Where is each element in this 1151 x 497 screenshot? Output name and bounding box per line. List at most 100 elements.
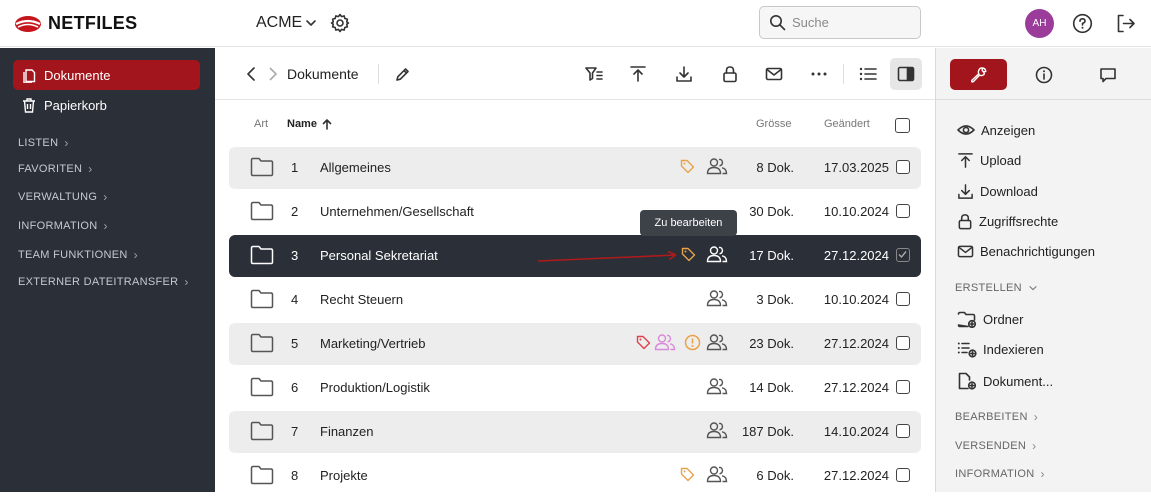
panel-section-bearbeiten[interactable]: BEARBEITEN › (955, 410, 1038, 424)
sidebar-section-information[interactable]: INFORMATION › (18, 219, 108, 233)
members-icon[interactable] (706, 421, 728, 439)
sidebar-section-team-funktionen[interactable]: TEAM FUNKTIONEN › (18, 248, 138, 262)
tag-icon[interactable] (680, 467, 695, 482)
chevron-right-icon: › (103, 219, 108, 233)
logout-icon[interactable] (1115, 13, 1136, 34)
row-checkbox[interactable] (896, 160, 910, 174)
folder-name[interactable]: Unternehmen/Gesellschaft (320, 204, 474, 219)
row-number: 6 (291, 380, 299, 395)
info-icon (1035, 66, 1053, 84)
row-checkbox[interactable] (896, 380, 910, 394)
forward-button[interactable] (257, 58, 289, 90)
members-icon[interactable] (706, 289, 728, 307)
table-row[interactable]: 1 Allgemeines 8 Dok. 17.03.2025 (229, 147, 921, 189)
filter-button[interactable] (578, 58, 610, 90)
sidebar-section-externer-dateitransfer[interactable]: EXTERNER DATEITRANSFER › (18, 275, 189, 289)
table-row[interactable]: 6 Produktion/Logistik 14 Dok. 27.12.2024 (229, 367, 921, 409)
chevron-right-icon: › (88, 162, 93, 176)
members-icon[interactable] (706, 333, 728, 351)
breadcrumb[interactable]: Dokumente (287, 66, 359, 82)
members-icon[interactable] (706, 157, 728, 175)
panel-section-erstellen[interactable]: ERSTELLEN (955, 282, 1038, 294)
members-icon[interactable] (706, 377, 728, 395)
sidebar-item-label: Dokumente (44, 67, 111, 83)
tooltip: Zu bearbeiten (640, 210, 737, 236)
panel-action-upload[interactable]: Upload (957, 152, 1021, 169)
folder-name[interactable]: Finanzen (320, 424, 373, 439)
panel-action-benachrichtigungen[interactable]: Benachrichtigungen (957, 244, 1095, 259)
sidebar-section-verwaltung[interactable]: VERWALTUNG › (18, 190, 108, 204)
folder-name[interactable]: Projekte (320, 468, 368, 483)
create-document-button[interactable]: Dokument... (957, 372, 1053, 390)
row-checkbox[interactable] (896, 336, 910, 350)
table-row[interactable]: 2 Unternehmen/Gesellschaft 30 Dok. 10.10… (229, 191, 921, 233)
row-number: 2 (291, 204, 299, 219)
shared-users-icon[interactable] (654, 333, 676, 351)
folder-name[interactable]: Recht Steuern (320, 292, 403, 307)
notify-button[interactable] (758, 58, 790, 90)
more-dots-icon (811, 71, 827, 77)
row-checkbox[interactable] (896, 248, 910, 262)
changed-date: 14.10.2024 (823, 424, 889, 439)
tag-icon[interactable] (680, 159, 695, 174)
search-input[interactable] (792, 15, 912, 30)
panel-action-download[interactable]: Download (957, 183, 1038, 200)
folder-name[interactable]: Personal Sekretariat (320, 248, 438, 263)
table-row[interactable]: 5 Marketing/Vertrieb 23 Dok. 27.12.2024 (229, 323, 921, 365)
select-all-checkbox[interactable] (895, 118, 910, 133)
side-panel-toggle-button[interactable] (890, 58, 922, 90)
panel-section-versenden[interactable]: VERSENDEN › (955, 439, 1036, 453)
tab-actions[interactable] (950, 59, 1007, 90)
download-button[interactable] (668, 58, 700, 90)
more-button[interactable] (803, 58, 835, 90)
create-folder-button[interactable]: Ordner (957, 311, 1023, 328)
table-row[interactable]: 8 Projekte 6 Dok. 27.12.2024 (229, 455, 921, 497)
list-view-button[interactable] (852, 58, 884, 90)
workspace-selector[interactable]: ACME (256, 14, 317, 32)
column-header-size[interactable]: Grösse (756, 118, 791, 130)
row-checkbox[interactable] (896, 468, 910, 482)
search-box[interactable] (759, 6, 921, 39)
column-header-type: Art (254, 118, 269, 130)
row-checkbox[interactable] (896, 424, 910, 438)
warning-icon[interactable] (684, 334, 701, 351)
members-icon[interactable] (706, 465, 728, 483)
folder-name[interactable]: Marketing/Vertrieb (320, 336, 426, 351)
panel-action-anzeigen[interactable]: Anzeigen (957, 122, 1035, 138)
wrench-icon (970, 66, 988, 84)
folder-icon (250, 421, 274, 441)
panel-section-information[interactable]: INFORMATION › (955, 467, 1045, 481)
sidebar-item-papierkorb[interactable]: Papierkorb (13, 90, 200, 120)
folder-name[interactable]: Produktion/Logistik (320, 380, 430, 395)
upload-button[interactable] (622, 58, 654, 90)
table-row[interactable]: 7 Finanzen 187 Dok. 14.10.2024 (229, 411, 921, 453)
panel-action-zugriffsrechte[interactable]: Zugriffsrechte (957, 213, 1058, 230)
create-index-button[interactable]: Indexieren (957, 341, 1044, 358)
sidebar-item-dokumente[interactable]: Dokumente (13, 60, 200, 90)
column-header-changed[interactable]: Geändert (824, 118, 870, 130)
gear-icon[interactable] (330, 13, 350, 33)
chevron-right-icon: › (1040, 467, 1045, 481)
rename-button[interactable] (386, 58, 418, 90)
sidebar-section-favoriten[interactable]: FAVORITEN › (18, 162, 93, 176)
row-checkbox[interactable] (896, 292, 910, 306)
avatar[interactable]: AH (1025, 9, 1054, 38)
tab-comments[interactable] (1092, 59, 1124, 90)
details-panel (935, 48, 1151, 492)
chevron-right-icon: › (1033, 410, 1038, 424)
sidebar-section-listen[interactable]: LISTEN › (18, 136, 69, 150)
row-number: 4 (291, 292, 299, 307)
permissions-button[interactable] (714, 58, 746, 90)
tag-icon[interactable] (681, 247, 696, 262)
section-label: ERSTELLEN (955, 282, 1022, 294)
help-icon[interactable] (1072, 13, 1093, 34)
members-icon[interactable] (706, 245, 728, 263)
table-row[interactable]: 4 Recht Steuern 3 Dok. 10.10.2024 (229, 279, 921, 321)
tab-info[interactable] (1028, 59, 1060, 90)
tag-icon[interactable] (636, 335, 651, 350)
row-checkbox[interactable] (896, 204, 910, 218)
folder-name[interactable]: Allgemeines (320, 160, 391, 175)
column-header-name[interactable]: Name (287, 118, 333, 130)
logo[interactable]: NETFILES (14, 13, 137, 34)
divider (378, 64, 379, 84)
